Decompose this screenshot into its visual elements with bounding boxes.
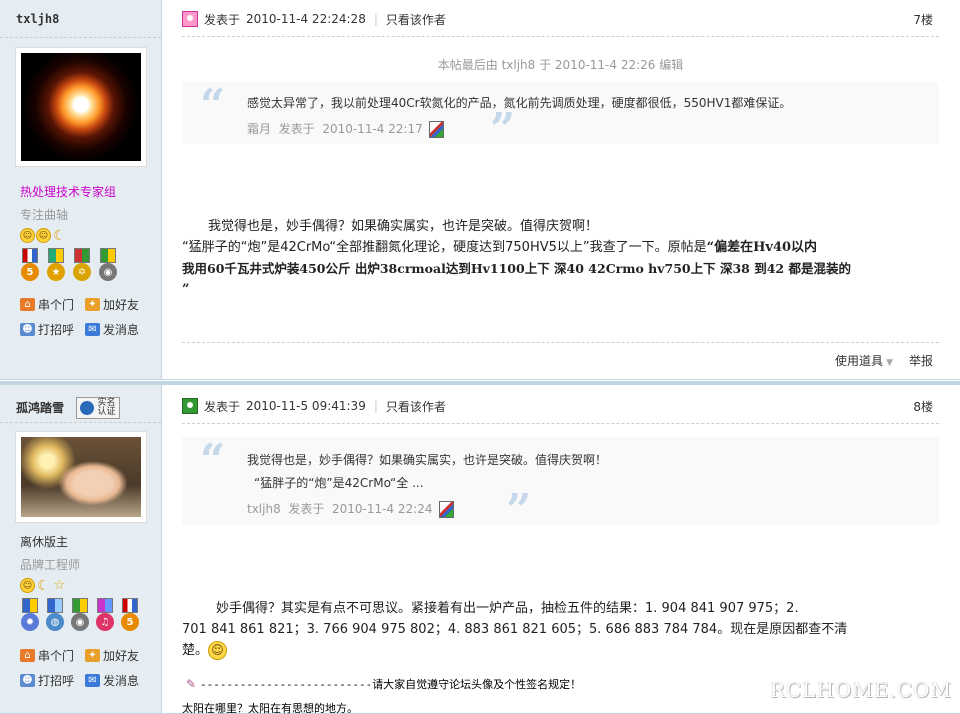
rank-stars: ☺ ☺ ☾ (20, 227, 67, 244)
pencil-icon: ✎ (186, 677, 197, 691)
jump-to-post-icon[interactable] (438, 501, 454, 518)
medal-icon[interactable]: ♫ (95, 598, 115, 632)
quote-text: 我觉得也是，妙手偶得？如果确实属实，也许是突破。值得庆贺啊！ (247, 453, 608, 467)
verified-badge[interactable]: 实名 认证 (76, 397, 120, 419)
smiley-icon: ☺ (208, 641, 228, 660)
quote-open-icon: “ (200, 435, 226, 486)
medal-icon[interactable]: ◍ (45, 598, 65, 632)
person-icon: ☻ (20, 323, 35, 336)
medal-icon[interactable]: ✡ (72, 248, 92, 282)
quote-text-2: “猛胖子的“炮”是42CrMo“全 ... (254, 476, 424, 490)
add-friend-link[interactable]: ✦ 加好友 (85, 296, 155, 313)
visit-link[interactable]: ⌂ 串个门 (20, 296, 85, 313)
message-link[interactable]: ✉ 发消息 (85, 672, 155, 689)
sun-icon: ☺ (36, 228, 51, 243)
quote-meta: txljh8 发表于 2010-11-4 22:24 (247, 500, 454, 518)
person-icon: ☻ (20, 674, 35, 687)
author-name[interactable]: txljh8 (16, 12, 59, 26)
sun-icon: ☺ (20, 578, 35, 593)
rank-stars: ☺ ☾ ☆ (20, 577, 67, 594)
mail-icon: ✉ (85, 674, 100, 687)
quote-block: “ 我觉得也是，妙手偶得？如果确实属实，也许是突破。值得庆贺啊！ “猛胖子的“炮… (182, 435, 939, 533)
user-rank: 专注曲轴 (20, 208, 69, 222)
user-rank: 品牌工程师 (20, 558, 81, 572)
sun-icon: ☺ (20, 228, 35, 243)
medal-icon[interactable]: ✹ (20, 598, 40, 632)
quote-close-icon: ” (506, 485, 532, 536)
moon-icon: ☾ (37, 577, 50, 594)
author-sidebar: txljh8 热处理技术专家组 专注曲轴 ☺ ☺ ☾ 5 ★ ✡ ◉ ⌂ 串个门 … (0, 0, 162, 379)
home-icon: ⌂ (20, 649, 35, 662)
avatar[interactable] (15, 47, 147, 167)
post-body: 妙手偶得？其实是有点不可思议。紧接着有出一炉产品，抽检五件的结果：1. 904 … (182, 601, 848, 660)
medal-icon[interactable]: 5 (20, 248, 40, 282)
signature-link[interactable]: 请大家自觉遵守论坛头像及个性签名规定！ (372, 678, 581, 691)
moon-icon: ☾ (53, 227, 66, 244)
visit-link[interactable]: ⌂ 串个门 (20, 647, 85, 664)
user-links: ⌂ 串个门 ✦ 加好友 ☻ 打招呼 ✉ 发消息 (20, 296, 155, 338)
add-friend-link[interactable]: ✦ 加好友 (85, 647, 155, 664)
greet-link[interactable]: ☻ 打招呼 (20, 321, 85, 338)
medal-icon[interactable]: ◉ (98, 248, 118, 282)
greet-link[interactable]: ☻ 打招呼 (20, 672, 85, 689)
user-links: ⌂ 串个门 ✦ 加好友 ☻ 打招呼 ✉ 发消息 (20, 647, 155, 689)
medal-list: 5 ★ ✡ ◉ (20, 248, 118, 282)
handshake-icon: ✦ (85, 649, 100, 662)
divider (0, 37, 161, 38)
user-group[interactable]: 离休版主 (20, 533, 68, 550)
medal-list: ✹ ◍ ◉ ♫ 5 (20, 598, 140, 632)
signature-line-2: 太阳在哪里？太阳在有思想的地方。 (182, 702, 358, 714)
medal-icon[interactable]: 5 (120, 598, 140, 632)
star-icon: ☆ (53, 578, 66, 593)
avatar[interactable] (15, 431, 147, 523)
handshake-icon: ✦ (85, 298, 100, 311)
message-link[interactable]: ✉ 发消息 (85, 321, 155, 338)
user-group[interactable]: 热处理技术专家组 (20, 183, 116, 200)
signature: ✎ --------------------------请大家自觉遵守论坛头像及个… (186, 677, 582, 691)
site-watermark: RCLHOME.COM (769, 678, 952, 702)
medal-icon[interactable]: ★ (46, 248, 66, 282)
divider (0, 422, 161, 423)
medal-icon[interactable]: ◉ (70, 598, 90, 632)
author-name[interactable]: 孤鸿踏雪 (16, 399, 64, 416)
post-8-content: “ 我觉得也是，妙手偶得？如果确实属实，也许是突破。值得庆贺啊！ “猛胖子的“炮… (182, 0, 939, 714)
shield-icon (80, 401, 95, 415)
mail-icon: ✉ (85, 323, 100, 336)
home-icon: ⌂ (20, 298, 35, 311)
